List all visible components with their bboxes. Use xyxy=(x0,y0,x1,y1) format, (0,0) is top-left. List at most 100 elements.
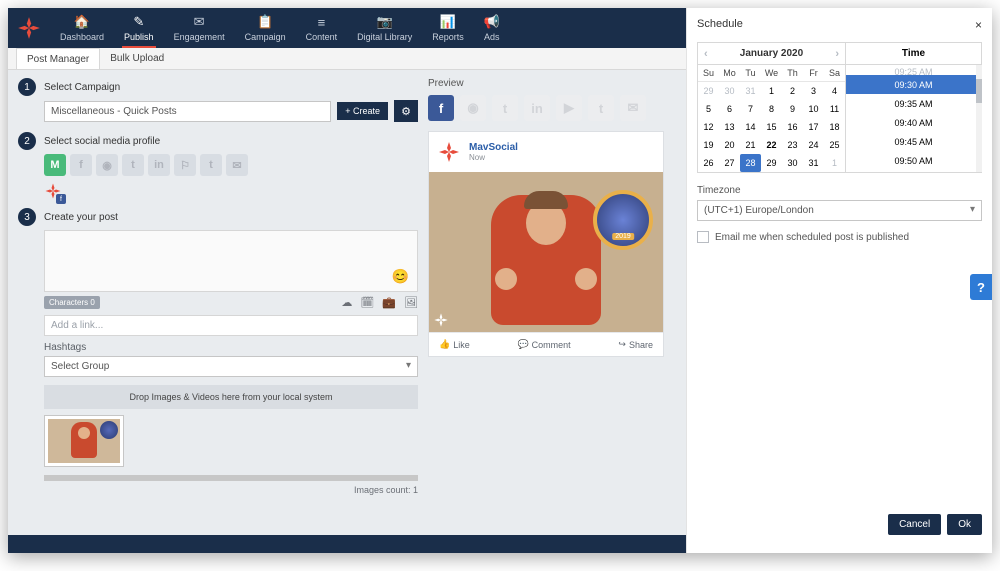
time-option[interactable]: 09:40 AM xyxy=(846,113,981,132)
campaign-select[interactable]: Miscellaneous - Quick Posts xyxy=(44,101,331,122)
profile-flag-icon[interactable]: ⚐ xyxy=(174,154,196,176)
calendar-day[interactable]: 22 xyxy=(761,136,782,154)
calendar-day[interactable]: 31 xyxy=(740,82,761,100)
preview-linkedin-tab[interactable]: in xyxy=(524,95,550,121)
next-month-icon[interactable]: › xyxy=(835,48,839,60)
calendar-day[interactable]: 25 xyxy=(824,136,845,154)
subtab-bulk-upload[interactable]: Bulk Upload xyxy=(100,48,174,69)
calendar-day[interactable]: 13 xyxy=(719,118,740,136)
calendar-day[interactable]: 11 xyxy=(824,100,845,118)
thumb-scrollbar[interactable] xyxy=(44,475,418,481)
preview-wechat-tab[interactable]: ✉ xyxy=(620,95,646,121)
nav-campaign[interactable]: 📋Campaign xyxy=(235,8,296,48)
time-option[interactable]: 09:35 AM xyxy=(846,94,981,113)
emoji-icon[interactable]: 😊 xyxy=(392,268,409,285)
timezone-select[interactable]: (UTC+1) Europe/London xyxy=(697,200,982,221)
email-checkbox-label: Email me when scheduled post is publishe… xyxy=(715,232,909,243)
calendar-day[interactable]: 26 xyxy=(698,154,719,172)
profile-m-icon[interactable]: M xyxy=(44,154,66,176)
calendar-day[interactable]: 28 xyxy=(740,154,761,172)
email-checkbox[interactable] xyxy=(697,231,709,243)
like-button[interactable]: 👍 Like xyxy=(439,339,470,350)
calendar-day[interactable]: 30 xyxy=(719,82,740,100)
profile-twitter-icon[interactable]: t xyxy=(122,154,144,176)
comment-button[interactable]: 💬 Comment xyxy=(517,339,570,350)
subtab-post-manager[interactable]: Post Manager xyxy=(16,48,100,69)
preview-account-name: MavSocial xyxy=(469,142,518,153)
time-option[interactable]: 09:50 AM xyxy=(846,151,981,170)
calendar-icon[interactable]: 🗓 xyxy=(360,296,374,309)
nav-engagement[interactable]: ✉Engagement xyxy=(164,8,235,48)
cancel-button[interactable]: Cancel xyxy=(888,514,941,535)
media-dropzone[interactable]: Drop Images & Videos here from your loca… xyxy=(44,385,418,409)
preview-pinterest-tab[interactable]: ◉ xyxy=(460,95,486,121)
calendar-day[interactable]: 1 xyxy=(824,154,845,172)
calendar-day[interactable]: 3 xyxy=(803,82,824,100)
calendar-day[interactable]: 18 xyxy=(824,118,845,136)
media-thumbnail[interactable] xyxy=(44,415,124,467)
profile-tumblr-icon[interactable]: t xyxy=(200,154,222,176)
calendar-day[interactable]: 14 xyxy=(740,118,761,136)
preview-youtube-tab[interactable]: ▶ xyxy=(556,95,582,121)
profile-wechat-icon[interactable]: ✉ xyxy=(226,154,248,176)
calendar-day[interactable]: 15 xyxy=(761,118,782,136)
calendar-day[interactable]: 29 xyxy=(761,154,782,172)
ok-button[interactable]: Ok xyxy=(947,514,982,535)
selected-profile-avatar[interactable] xyxy=(44,182,62,200)
close-icon[interactable]: × xyxy=(975,18,982,32)
calendar-day[interactable]: 4 xyxy=(824,82,845,100)
calendar-day[interactable]: 9 xyxy=(782,100,803,118)
calendar-day[interactable]: 23 xyxy=(782,136,803,154)
calendar-day[interactable]: 20 xyxy=(719,136,740,154)
profile-linkedin-icon[interactable]: in xyxy=(148,154,170,176)
step-2-badge: 2 xyxy=(18,132,36,150)
calendar-day[interactable]: 8 xyxy=(761,100,782,118)
nav-ads[interactable]: 📢Ads xyxy=(474,8,510,48)
time-option[interactable]: 09:45 AM xyxy=(846,132,981,151)
nav-content[interactable]: ≡Content xyxy=(296,8,348,48)
create-campaign-button[interactable]: + Create xyxy=(337,102,388,120)
calendar-day[interactable]: 16 xyxy=(782,118,803,136)
image-icon[interactable]: 🖼 xyxy=(404,296,418,309)
preview-image xyxy=(429,172,663,332)
calendar-day[interactable]: 5 xyxy=(698,100,719,118)
preview-twitter-tab[interactable]: t xyxy=(492,95,518,121)
preview-tumblr-tab[interactable]: t xyxy=(588,95,614,121)
time-picker: Time 09:25 AM09:30 AM09:35 AM09:40 AM09:… xyxy=(846,43,981,172)
profile-pinterest-icon[interactable]: ◉ xyxy=(96,154,118,176)
calendar-day[interactable]: 2 xyxy=(782,82,803,100)
nav-publish[interactable]: ✎Publish xyxy=(114,8,164,48)
calendar-day[interactable]: 7 xyxy=(740,100,761,118)
calendar-day[interactable]: 17 xyxy=(803,118,824,136)
prev-month-icon[interactable]: ‹ xyxy=(704,48,708,60)
calendar-day[interactable]: 27 xyxy=(719,154,740,172)
link-input[interactable]: Add a link... xyxy=(44,315,418,336)
campaign-settings-button[interactable]: ⚙ xyxy=(394,100,418,122)
post-textarea[interactable]: 😊 xyxy=(44,230,418,292)
calendar-day[interactable]: 31 xyxy=(803,154,824,172)
calendar-day[interactable]: 24 xyxy=(803,136,824,154)
share-button[interactable]: ↪ Share xyxy=(618,339,653,350)
nav-reports[interactable]: 📊Reports xyxy=(422,8,474,48)
hashtags-select[interactable]: Select Group xyxy=(44,356,418,377)
calendar-day[interactable]: 10 xyxy=(803,100,824,118)
calendar-day[interactable]: 21 xyxy=(740,136,761,154)
time-scrollbar[interactable] xyxy=(976,65,982,172)
step-1-label: Select Campaign xyxy=(44,82,120,93)
cloud-icon[interactable]: ☁ xyxy=(341,296,352,309)
briefcase-icon[interactable]: 💼 xyxy=(382,296,396,309)
calendar-day[interactable]: 29 xyxy=(698,82,719,100)
nav-digital-library[interactable]: 📷Digital Library xyxy=(347,8,422,48)
calendar-day[interactable]: 6 xyxy=(719,100,740,118)
calendar-day[interactable]: 19 xyxy=(698,136,719,154)
social-profile-picker: M f ◉ t in ⚐ t ✉ xyxy=(44,154,418,176)
calendar-day[interactable]: 1 xyxy=(761,82,782,100)
calendar-month-label: January 2020 xyxy=(740,48,803,59)
profile-facebook-icon[interactable]: f xyxy=(70,154,92,176)
help-tab[interactable]: ? xyxy=(970,274,992,300)
nav-dashboard[interactable]: 🏠Dashboard xyxy=(50,8,114,48)
calendar-day[interactable]: 12 xyxy=(698,118,719,136)
calendar-day[interactable]: 30 xyxy=(782,154,803,172)
preview-facebook-tab[interactable]: f xyxy=(428,95,454,121)
time-option[interactable]: 09:30 AM xyxy=(846,75,981,94)
